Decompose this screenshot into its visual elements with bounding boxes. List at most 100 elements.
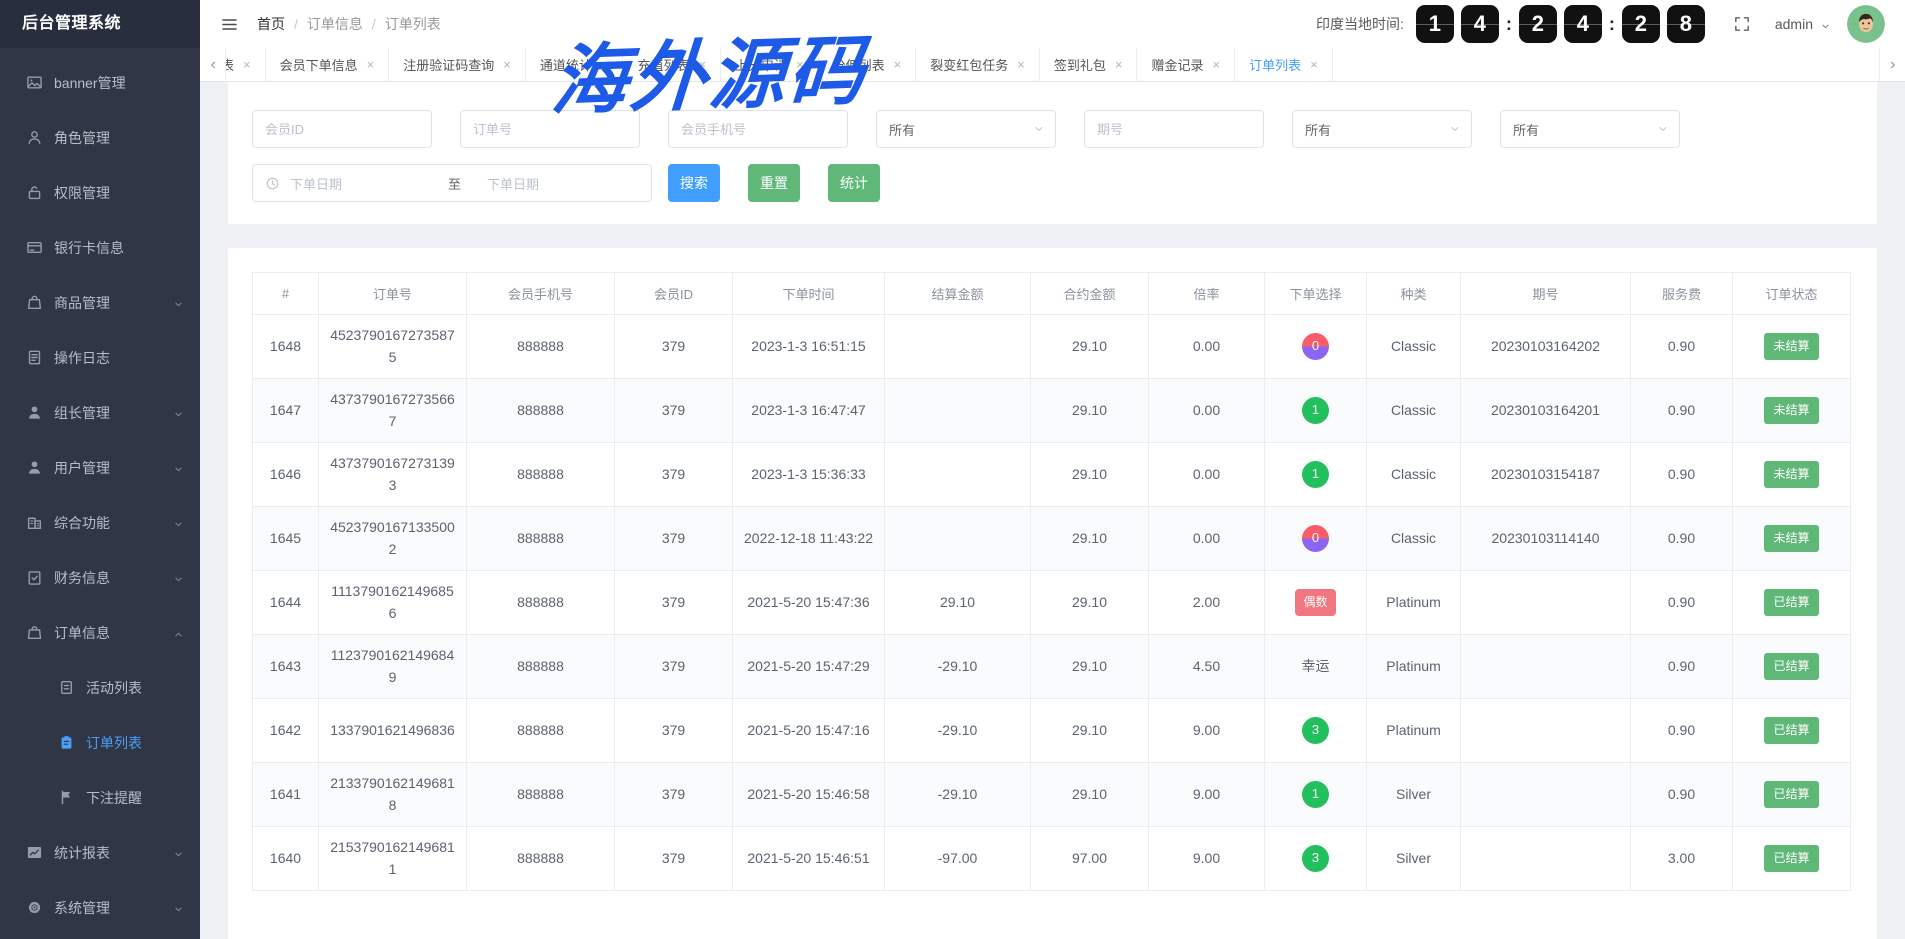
status-select[interactable]: 所有	[876, 110, 1056, 148]
reset-button[interactable]: 重置	[748, 164, 800, 202]
sidebar-item-reports[interactable]: 统计报表	[0, 828, 200, 877]
tab-redpacket-tasks[interactable]: 裂变红包任务×	[916, 48, 1040, 81]
clock-digit: 8	[1667, 5, 1705, 43]
sidebar-item-functions[interactable]: 综合功能	[0, 498, 200, 547]
row-index-cell: 1647	[253, 379, 319, 443]
period-cell	[1461, 699, 1631, 763]
tab-scroll-right-icon[interactable]	[1879, 48, 1905, 81]
select-value: 所有	[1513, 120, 1539, 139]
tab-scroll-left-icon[interactable]	[200, 48, 226, 81]
tab-points-request[interactable]: 上分申请×	[721, 48, 819, 81]
column-header: 订单号	[319, 273, 467, 315]
status-badge: 未结算	[1764, 333, 1818, 360]
search-button[interactable]: 搜索	[668, 164, 720, 202]
sidebar-item-users[interactable]: 用户管理	[0, 443, 200, 492]
table-card: #订单号会员手机号会员ID下单时间结算金额合约金额倍率下单选择种类期号服务费订单…	[228, 248, 1877, 939]
tab-label: 赠金记录	[1151, 55, 1203, 74]
chevron-up-icon	[173, 627, 184, 638]
category-select[interactable]: 所有	[1500, 110, 1680, 148]
period-input[interactable]	[1084, 110, 1264, 148]
select-value: 所有	[889, 120, 915, 139]
table-row: 1643112379016214968498888883792021-5-20 …	[253, 635, 1851, 699]
tab-list[interactable]: 列表 ×	[226, 48, 266, 81]
image-icon	[26, 74, 43, 91]
order-no-input[interactable]	[460, 110, 640, 148]
order-no-cell: 43737901672731393	[319, 443, 467, 507]
avatar[interactable]	[1847, 5, 1885, 43]
sidebar-item-order-list[interactable]: 订单列表	[0, 718, 200, 767]
pick-cell: 1	[1265, 763, 1367, 827]
order-no-cell: 1337901621496836	[319, 699, 467, 763]
sidebar: 后台管理系统 banner管理角色管理权限管理银行卡信息商品管理操作日志组长管理…	[0, 0, 200, 939]
breadcrumb-separator: /	[294, 16, 298, 32]
local-time-clock: 14:24:28	[1416, 5, 1705, 43]
tab-member-orders[interactable]: 会员下单信息 ×	[266, 48, 390, 81]
sidebar-item-finance[interactable]: 财务信息	[0, 553, 200, 602]
stats-button[interactable]: 统计	[828, 164, 880, 202]
breadcrumb-item[interactable]: 首页	[257, 14, 285, 34]
tab-order-list[interactable]: 订单列表 ×	[1235, 48, 1333, 81]
status-badge: 未结算	[1764, 397, 1818, 424]
tab-recharge-list[interactable]: 充值列表 ×	[623, 48, 721, 81]
clock-digit: 2	[1622, 5, 1660, 43]
tab-commission-list[interactable]: 分佣列表×	[819, 48, 917, 81]
tab-close-icon[interactable]: ×	[894, 58, 902, 71]
tab-channel-stats[interactable]: 通道统计×	[526, 48, 624, 81]
breadcrumb-item[interactable]: 订单列表	[385, 14, 441, 34]
sidebar-item-products[interactable]: 商品管理	[0, 278, 200, 327]
tab-signin-gift[interactable]: 签到礼包×	[1040, 48, 1138, 81]
sidebar-item-bet-reminder[interactable]: 下注提醒	[0, 773, 200, 822]
tab-close-icon[interactable]: ×	[1310, 58, 1318, 71]
tab-close-icon[interactable]: ×	[601, 58, 609, 71]
type-select[interactable]: 所有	[1292, 110, 1472, 148]
breadcrumb-item[interactable]: 订单信息	[307, 14, 363, 34]
tab-label: 充值列表	[637, 55, 689, 74]
tab-close-icon[interactable]: ×	[243, 58, 251, 71]
row-index-cell: 1642	[253, 699, 319, 763]
member-phone-cell: 888888	[467, 379, 615, 443]
tab-label: 订单列表	[1249, 55, 1301, 74]
fullscreen-icon[interactable]	[1733, 15, 1751, 33]
status-cell: 未结算	[1733, 507, 1851, 571]
clock-colon: :	[1609, 14, 1615, 35]
sidebar-item-bank-cards[interactable]: 银行卡信息	[0, 223, 200, 272]
chevron-down-icon[interactable]	[1820, 19, 1831, 30]
pick-circle-split: 0	[1302, 525, 1329, 552]
tabbar: 列表×会员下单信息×注册验证码查询×通道统计×充值列表×上分申请×分佣列表×裂变…	[200, 48, 1905, 82]
sidebar-item-orders[interactable]: 订单信息	[0, 608, 200, 657]
period-cell	[1461, 763, 1631, 827]
username[interactable]: admin	[1775, 16, 1813, 32]
sidebar-item-group-leaders[interactable]: 组长管理	[0, 388, 200, 437]
sidebar-item-activity-list[interactable]: 活动列表	[0, 663, 200, 712]
sidebar-item-banner[interactable]: banner管理	[0, 58, 200, 107]
filter-card: 所有 所有 所有 下单日期 至 下单日期 搜索重置统计	[228, 82, 1877, 224]
tab-close-icon[interactable]: ×	[367, 58, 375, 71]
tab-bonus-records[interactable]: 赠金记录 ×	[1137, 48, 1235, 81]
tab-label: 列表	[226, 55, 234, 74]
tab-label: 会员下单信息	[280, 55, 358, 74]
bank-card-icon	[26, 239, 43, 256]
member-phone-cell: 888888	[467, 443, 615, 507]
tab-reg-code-query[interactable]: 注册验证码查询×	[389, 48, 526, 81]
pick-badge: 偶数	[1295, 589, 1335, 616]
tab-close-icon[interactable]: ×	[1017, 58, 1025, 71]
pick-cell: 0	[1265, 315, 1367, 379]
date-range-picker[interactable]: 下单日期 至 下单日期	[252, 164, 652, 202]
tab-close-icon[interactable]: ×	[503, 58, 511, 71]
tab-close-icon[interactable]: ×	[698, 58, 706, 71]
tab-close-icon[interactable]: ×	[1213, 58, 1221, 71]
tab-close-icon[interactable]: ×	[796, 58, 804, 71]
sidebar-item-permissions[interactable]: 权限管理	[0, 168, 200, 217]
status-badge: 已结算	[1764, 589, 1818, 616]
column-header: 下单选择	[1265, 273, 1367, 315]
sidebar-item-system[interactable]: 系统管理	[0, 883, 200, 932]
sidebar-item-operation-logs[interactable]: 操作日志	[0, 333, 200, 382]
menu-toggle-icon[interactable]	[220, 15, 239, 34]
chevron-down-icon	[173, 297, 184, 308]
period-cell: 20230103114140	[1461, 507, 1631, 571]
member-id-input[interactable]	[252, 110, 432, 148]
member-phone-input[interactable]	[668, 110, 848, 148]
tab-close-icon[interactable]: ×	[1115, 58, 1123, 71]
sidebar-item-roles[interactable]: 角色管理	[0, 113, 200, 162]
gear-icon	[26, 899, 43, 916]
